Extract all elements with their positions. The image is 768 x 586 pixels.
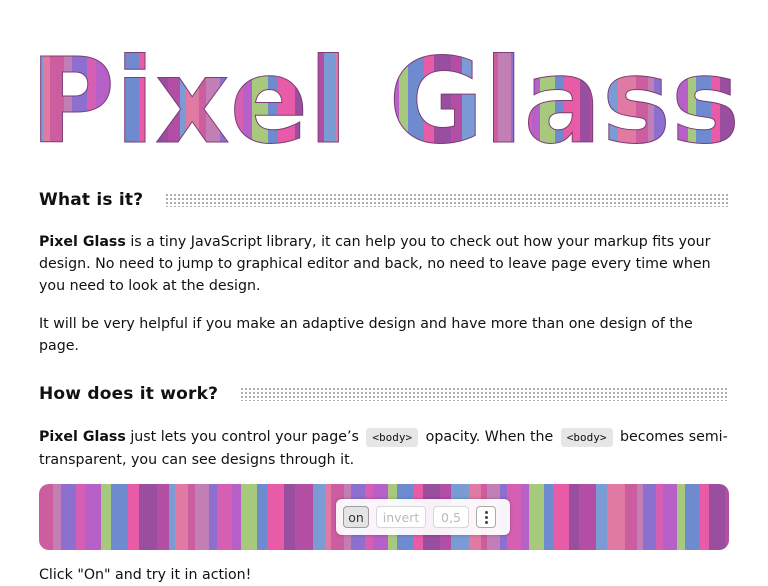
how-text-part-2: opacity. When the [421, 429, 558, 445]
on-button[interactable]: on [343, 506, 369, 528]
opacity-input[interactable]: 0,5 [433, 506, 469, 528]
demo-design-preview: on invert 0,5 [39, 484, 729, 550]
heading-divider [165, 193, 729, 207]
what-heading-row: What is it? [39, 190, 729, 210]
what-heading: What is it? [39, 190, 144, 210]
product-name: Pixel Glass [39, 234, 126, 250]
page: Pixel Glass What is it? Pixel Glass is a… [0, 0, 768, 584]
what-paragraph-2: It will be very helpful if you make an a… [39, 316, 693, 354]
pixel-glass-toolbar: on invert 0,5 [336, 499, 510, 535]
how-paragraph: Pixel Glass just lets you control your p… [39, 426, 734, 471]
invert-button[interactable]: invert [376, 506, 426, 528]
logo: Pixel Glass [30, 32, 741, 161]
body-tag-code: <body> [366, 428, 419, 447]
how-heading-row: How does it work? [39, 384, 729, 404]
how-heading: How does it work? [39, 384, 219, 404]
body-tag-code: <body> [560, 428, 613, 447]
how-text-part-1: just lets you control your page’s [125, 429, 364, 445]
heading-divider [240, 387, 729, 401]
what-paragraph-1-text: is a tiny JavaScript library, it can hel… [39, 234, 711, 294]
what-paragraph-1: Pixel Glass is a tiny JavaScript library… [39, 231, 734, 297]
product-name: Pixel Glass [39, 429, 126, 445]
kebab-menu-icon[interactable] [476, 506, 496, 528]
logo-text: Pixel Glass [30, 32, 740, 160]
call-to-action: Click "On" and try it in action! [39, 567, 252, 583]
